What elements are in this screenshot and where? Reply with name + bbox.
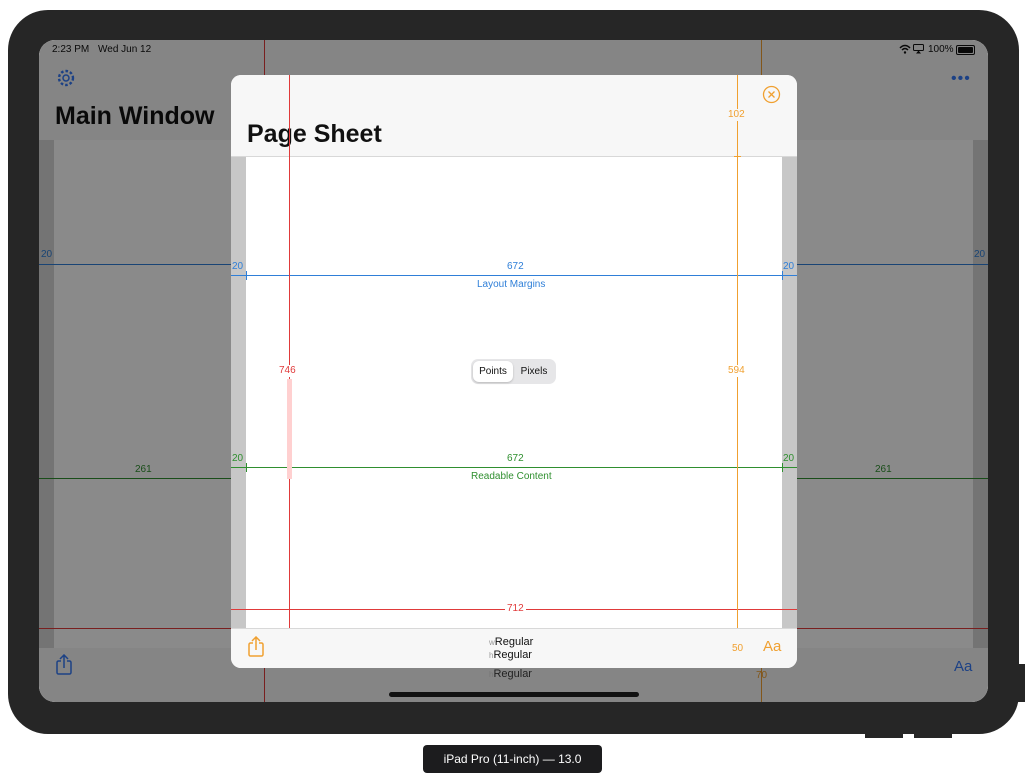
readable-content-right-value: 20 bbox=[783, 453, 795, 464]
readable-content-line bbox=[231, 467, 797, 468]
readable-content-label: Readable Content bbox=[471, 471, 552, 482]
size-class-h-value: Regular bbox=[493, 649, 532, 661]
units-segmented-control: Points Pixels bbox=[471, 359, 556, 384]
sheet-bottom-height-value: 50 bbox=[732, 643, 744, 654]
volume-button bbox=[865, 732, 903, 738]
side-button bbox=[1017, 664, 1025, 702]
size-class-w-value: Regular bbox=[494, 636, 534, 648]
close-icon[interactable] bbox=[762, 85, 781, 104]
readable-content-left-value: 20 bbox=[232, 453, 244, 464]
size-class-width: wRegular bbox=[489, 636, 533, 649]
sheet-content-height-value: 594 bbox=[728, 365, 745, 377]
layout-margins-tick bbox=[246, 271, 247, 280]
layout-margins-line bbox=[231, 275, 797, 276]
sheet-height-parts-tick bbox=[734, 156, 741, 157]
home-indicator[interactable] bbox=[389, 692, 639, 697]
sheet-width-value: 712 bbox=[505, 603, 526, 615]
sheet-title: Page Sheet bbox=[247, 120, 382, 148]
layout-margin-left-value: 20 bbox=[232, 261, 244, 272]
main-size-class-h-value: Regular bbox=[493, 668, 532, 680]
units-option-points[interactable]: Points bbox=[473, 361, 513, 382]
units-option-pixels[interactable]: Pixels bbox=[514, 361, 554, 382]
sheet-height-highlight bbox=[287, 379, 292, 479]
sheet-margin-left bbox=[231, 157, 246, 628]
page-sheet: Page Sheet 20 672 20 Layout Margins 20 6… bbox=[231, 75, 797, 668]
share-icon[interactable] bbox=[247, 636, 265, 658]
sheet-margin-right bbox=[782, 157, 797, 628]
layout-margins-label: Layout Margins bbox=[477, 279, 546, 290]
volume-button bbox=[914, 732, 952, 738]
layout-margin-right-value: 20 bbox=[783, 261, 795, 272]
sheet-top-height-value: 102 bbox=[728, 109, 745, 121]
main-size-class-height: hRegular bbox=[489, 668, 532, 681]
device-caption: iPad Pro (11-inch) — 13.0 bbox=[423, 745, 602, 773]
readable-content-tick bbox=[246, 463, 247, 472]
layout-margin-width-value: 672 bbox=[507, 261, 524, 272]
sheet-height-value: 746 bbox=[279, 365, 296, 377]
readable-content-width-value: 672 bbox=[507, 453, 524, 464]
sheet-font-button[interactable]: Aa bbox=[763, 638, 781, 655]
size-class-height: hRegular bbox=[489, 649, 532, 662]
